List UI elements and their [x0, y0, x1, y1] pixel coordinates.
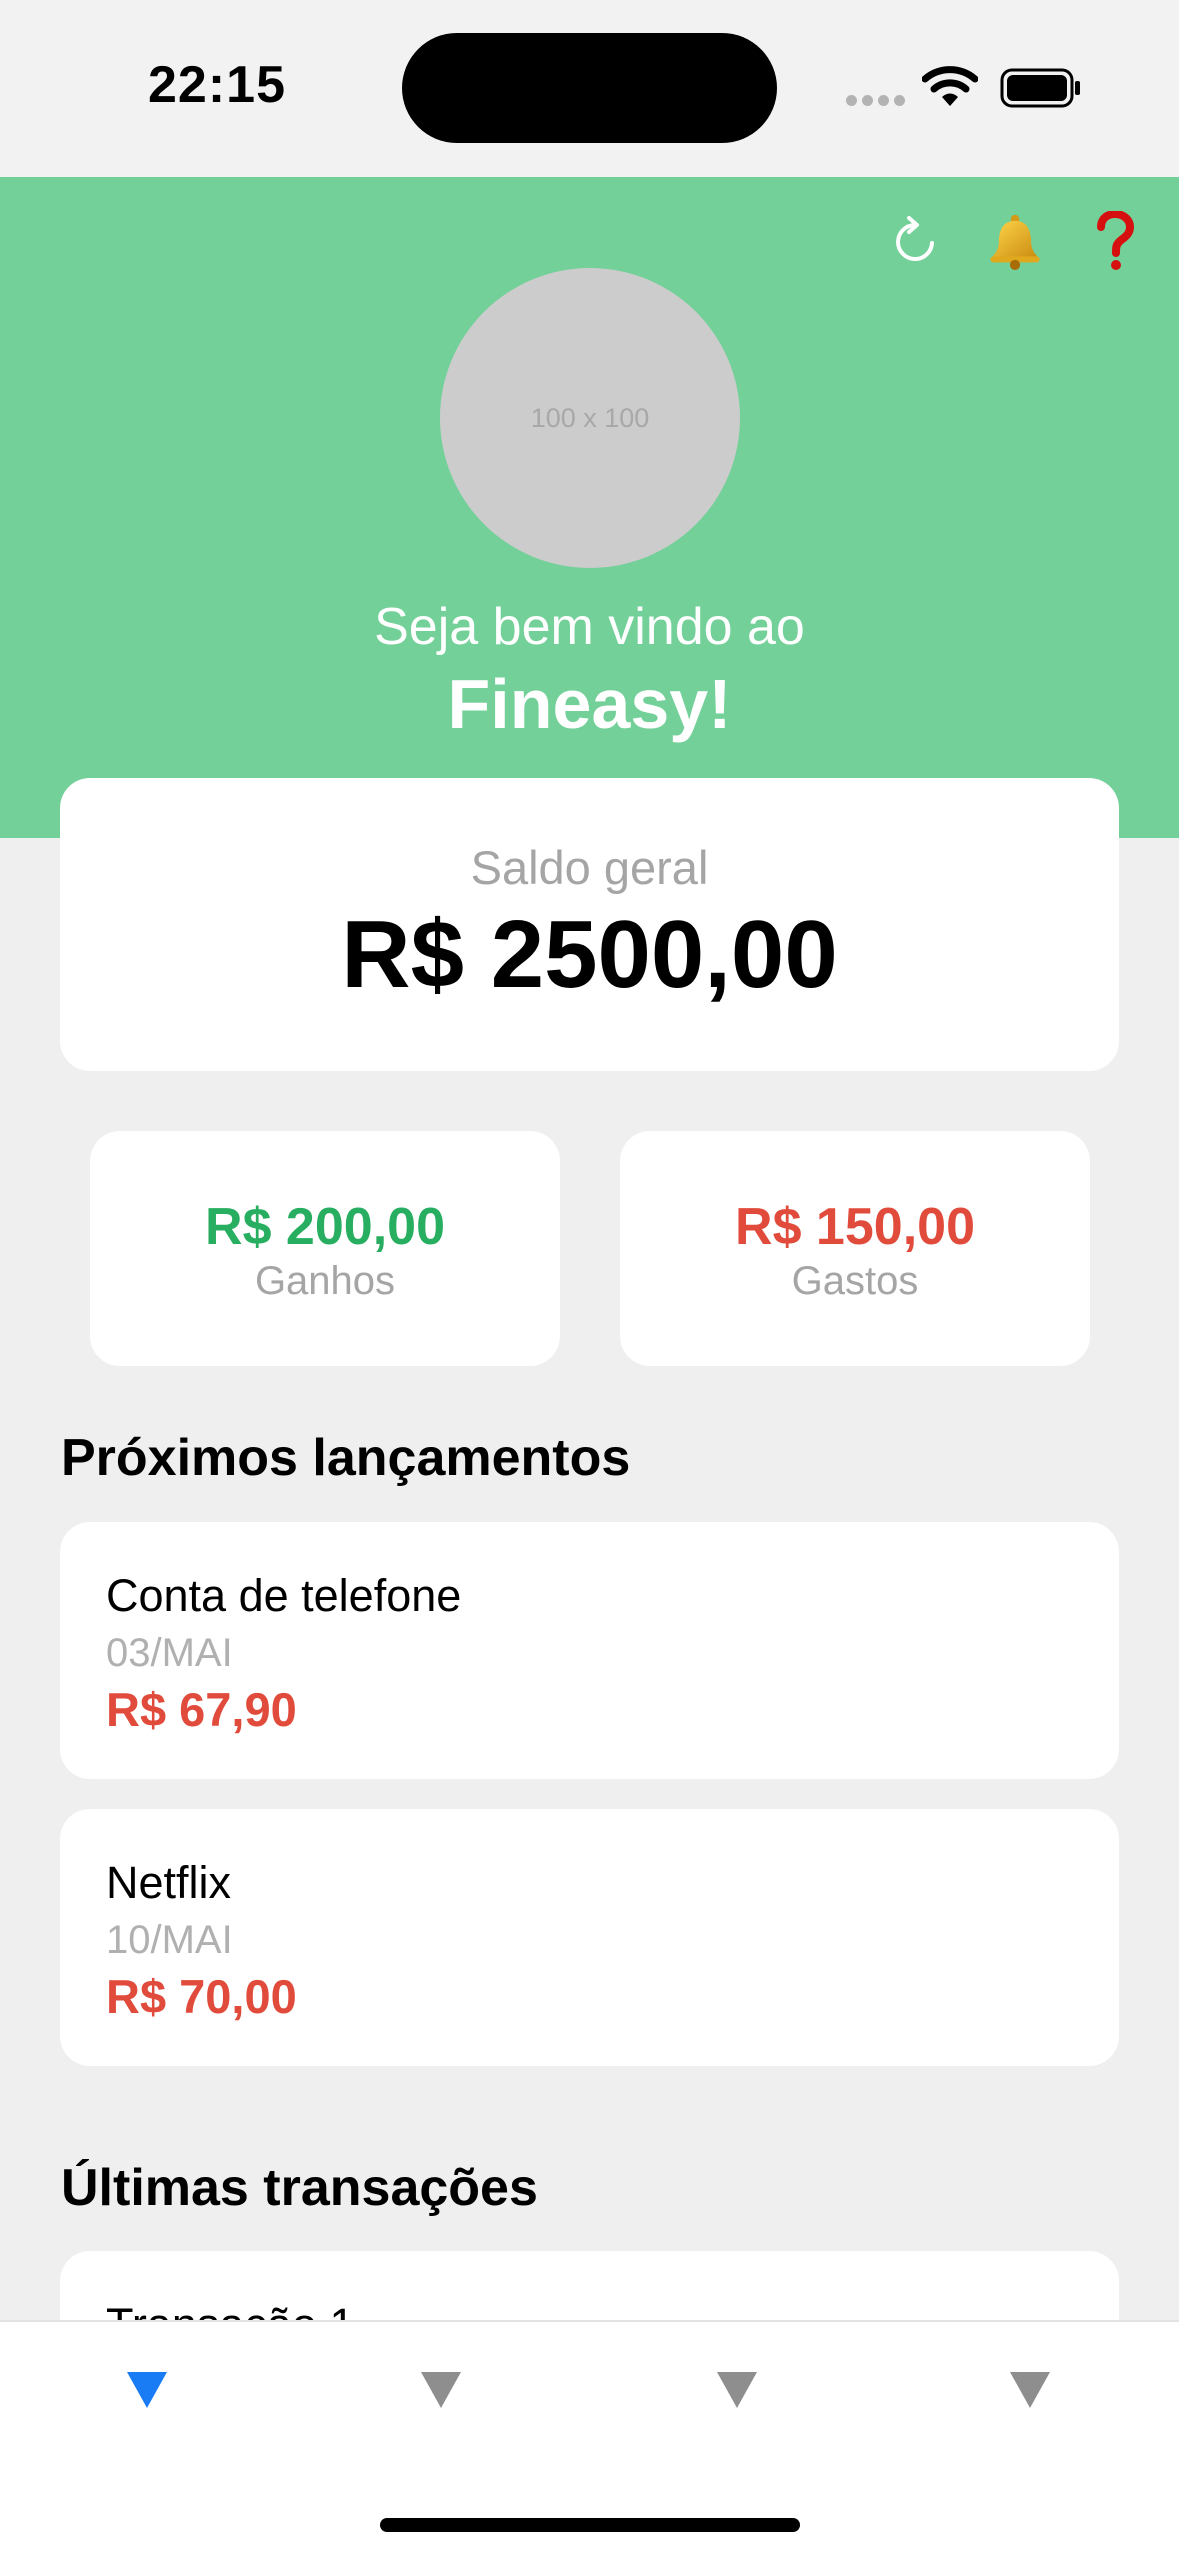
avatar-placeholder-text: 100 x 100	[530, 402, 650, 433]
income-label: Ganhos	[254, 1259, 396, 1303]
upcoming-item-amount: R$ 70,00	[106, 1970, 297, 2023]
status-time: 22:15	[148, 56, 286, 114]
tab-1[interactable]	[87, 2372, 207, 2452]
refresh-icon	[896, 216, 934, 261]
battery-icon	[1000, 68, 1080, 108]
home-indicator[interactable]	[380, 2518, 800, 2532]
expenses-label: Gastos	[791, 1259, 919, 1303]
avatar: 100 x 100	[440, 268, 740, 568]
header-actions	[887, 210, 1143, 274]
tab-2[interactable]	[381, 2372, 501, 2452]
question-icon	[1097, 211, 1135, 270]
dynamic-island	[402, 33, 777, 143]
balance-card: Saldo geral R$ 2500,00	[60, 778, 1119, 1071]
refresh-button[interactable]	[887, 210, 943, 274]
tab-3[interactable]	[677, 2372, 797, 2452]
app-name: Fineasy!	[447, 665, 732, 743]
upcoming-item[interactable]: Conta de telefone 03/MAI R$ 67,90	[60, 1522, 1119, 1779]
upcoming-item-date: 03/MAI	[106, 1631, 233, 1675]
upcoming-item[interactable]: Netflix 10/MAI R$ 70,00	[60, 1809, 1119, 2066]
upcoming-item-name: Conta de telefone	[106, 1570, 462, 1621]
upcoming-item-amount: R$ 67,90	[106, 1683, 297, 1736]
upcoming-title: Próximos lançamentos	[61, 1429, 631, 1487]
tab-arrow-icon	[717, 2372, 757, 2408]
balance-value: R$ 2500,00	[341, 901, 838, 1008]
tab-arrow-icon	[1010, 2372, 1050, 2408]
status-bar: 22:15	[0, 0, 1179, 177]
balance-label: Saldo geral	[470, 841, 709, 894]
income-card[interactable]: R$ 200,00 Ganhos	[90, 1131, 560, 1366]
transactions-title: Últimas transações	[61, 2159, 538, 2217]
wifi-icon	[922, 66, 978, 106]
screen: 22:15 100 x 100 Seja bem vindo ao Fineas…	[0, 0, 1179, 2556]
expenses-card[interactable]: R$ 150,00 Gastos	[620, 1131, 1090, 1366]
tab-4[interactable]	[970, 2372, 1090, 2452]
income-value: R$ 200,00	[205, 1198, 445, 1256]
cellular-signal-icon	[846, 95, 905, 106]
notifications-button[interactable]	[987, 210, 1043, 274]
help-button[interactable]	[1087, 210, 1143, 274]
upcoming-item-name: Netflix	[106, 1857, 232, 1908]
tab-arrow-icon	[421, 2372, 461, 2408]
upcoming-item-date: 10/MAI	[106, 1918, 233, 1962]
tab-arrow-icon	[127, 2372, 167, 2408]
welcome-text: Seja bem vindo ao	[374, 598, 805, 656]
bell-icon	[990, 214, 1040, 270]
expenses-value: R$ 150,00	[735, 1198, 975, 1256]
